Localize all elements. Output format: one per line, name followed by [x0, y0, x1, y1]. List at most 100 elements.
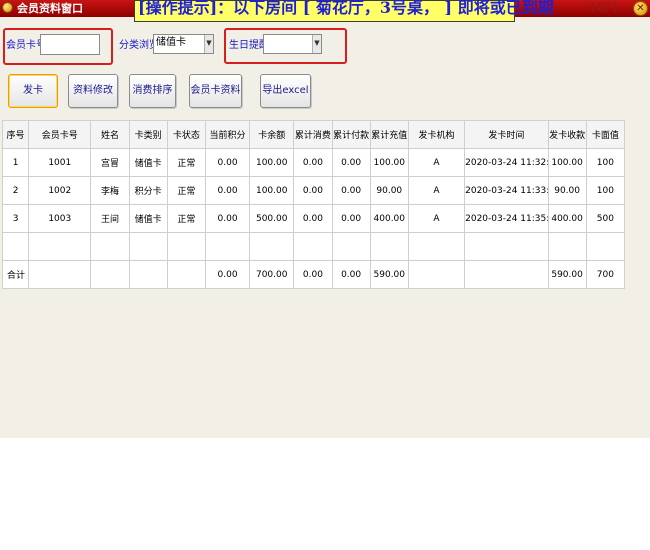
table-cell: 0.00 — [204, 176, 251, 205]
summary-cell — [464, 260, 549, 289]
column-header[interactable]: 卡余额 — [249, 120, 295, 149]
column-header[interactable]: 发卡收款 — [547, 120, 587, 149]
table-row[interactable]: 2 1002 李梅 积分卡 正常 0.00 100.00 0.00 0.00 9… — [1, 176, 626, 205]
column-header[interactable]: 累计付款 — [331, 120, 371, 149]
table-cell: 1003 — [28, 204, 92, 233]
table-cell: 正常 — [166, 176, 206, 205]
operation-hint-banner: [操作提示]：以下房间 [ 菊花厅，3号桌， ] 即将或已到期 — [134, 0, 554, 22]
summary-cell: 590.00 — [369, 260, 409, 289]
table-cell: 400.00 — [547, 204, 587, 233]
close-icon[interactable]: ✕ — [633, 1, 648, 16]
consume-sort-button[interactable]: 消费排序 — [129, 74, 176, 108]
table-row[interactable]: 3 1003 王间 储值卡 正常 0.00 500.00 0.00 0.00 4… — [1, 204, 626, 233]
table-cell: 100 — [585, 176, 626, 205]
summary-cell — [28, 260, 92, 289]
summary-cell — [166, 260, 206, 289]
export-excel-button[interactable]: 导出excel — [260, 74, 311, 108]
summary-cell — [407, 260, 466, 289]
table-cell: 100.00 — [249, 148, 295, 177]
table-cell: 2020-03-24 11:35:30 — [464, 204, 549, 233]
table-cell: 3 — [1, 204, 30, 233]
column-header[interactable]: 会员卡号 — [28, 120, 92, 149]
table-cell: 400.00 — [369, 204, 409, 233]
summary-cell: 700 — [585, 260, 626, 289]
issue-card-button[interactable]: 发卡 — [8, 74, 58, 108]
table-cell: 1002 — [28, 176, 92, 205]
category-select[interactable]: 储值卡 ▼ — [153, 34, 214, 54]
card-info-button[interactable]: 会员卡资料 — [189, 74, 242, 108]
table-cell — [464, 232, 549, 261]
table-cell: 正常 — [166, 148, 206, 177]
table-cell — [331, 232, 371, 261]
table-cell — [1, 232, 30, 261]
summary-cell: 0.00 — [331, 260, 371, 289]
table-cell: 宫冒 — [90, 148, 130, 177]
member-info-window: 会员资料窗口 10/1 ✕ [操作提示]：以下房间 [ 菊花厅，3号桌， ] 即… — [0, 0, 650, 438]
table-cell: 100.00 — [547, 148, 587, 177]
table-cell: 王间 — [90, 204, 130, 233]
table-cell: 正常 — [166, 204, 206, 233]
table-cell: 0.00 — [331, 148, 371, 177]
table-cell — [293, 232, 333, 261]
table-cell: A — [407, 176, 466, 205]
table-cell: A — [407, 148, 466, 177]
column-header[interactable]: 序号 — [1, 120, 30, 149]
column-header[interactable]: 发卡机构 — [407, 120, 466, 149]
category-select-value: 储值卡 — [156, 37, 186, 48]
table-cell: 100.00 — [249, 176, 295, 205]
table-row-empty[interactable] — [1, 232, 626, 261]
app-icon — [2, 2, 13, 13]
table-cell: 100 — [585, 148, 626, 177]
column-header[interactable]: 卡面值 — [585, 120, 626, 149]
card-no-input[interactable] — [40, 34, 100, 55]
column-header[interactable]: 当前积分 — [204, 120, 251, 149]
summary-cell — [128, 260, 168, 289]
table-cell: 500 — [585, 204, 626, 233]
table-cell — [547, 232, 587, 261]
table-cell: 0.00 — [293, 204, 333, 233]
corner-decoration: 10/1 — [588, 0, 620, 16]
table-row[interactable]: 1 1001 宫冒 储值卡 正常 0.00 100.00 0.00 0.00 1… — [1, 148, 626, 177]
column-header[interactable]: 卡状态 — [166, 120, 206, 149]
table-cell: 积分卡 — [128, 176, 168, 205]
summary-cell: 700.00 — [249, 260, 295, 289]
table-cell: 0.00 — [293, 148, 333, 177]
column-header[interactable]: 姓名 — [90, 120, 130, 149]
column-header[interactable]: 发卡时间 — [464, 120, 549, 149]
table-cell: A — [407, 204, 466, 233]
table-cell: 0.00 — [331, 176, 371, 205]
column-header[interactable]: 累计消费 — [293, 120, 333, 149]
table-cell: 0.00 — [331, 204, 371, 233]
table-cell: 储值卡 — [128, 148, 168, 177]
table-cell: 2020-03-24 11:33:32 — [464, 176, 549, 205]
table-cell — [90, 232, 130, 261]
chevron-down-icon[interactable]: ▼ — [204, 35, 213, 53]
table-cell: 0.00 — [204, 148, 251, 177]
table-cell — [369, 232, 409, 261]
table-cell: 1 — [1, 148, 30, 177]
table-cell — [585, 232, 626, 261]
table-cell: 1001 — [28, 148, 92, 177]
summary-cell: 合计 — [1, 260, 30, 289]
chevron-down-icon[interactable]: ▼ — [312, 35, 321, 53]
table-cell — [128, 232, 168, 261]
table-cell: 0.00 — [293, 176, 333, 205]
column-header[interactable]: 累计充值 — [369, 120, 409, 149]
window-title: 会员资料窗口 — [17, 2, 83, 15]
summary-cell — [90, 260, 130, 289]
table-summary-row: 合计 0.00 700.00 0.00 0.00 590.00 590.00 7… — [1, 260, 626, 289]
table-cell: 李梅 — [90, 176, 130, 205]
birthday-select[interactable]: ▼ — [263, 34, 322, 54]
table-cell: 90.00 — [369, 176, 409, 205]
table-header-row: 序号 会员卡号 姓名 卡类别 卡状态 当前积分 卡余额 累计消费 累计付款 累计… — [1, 120, 626, 149]
table-cell: 500.00 — [249, 204, 295, 233]
edit-info-button[interactable]: 资料修改 — [68, 74, 118, 108]
member-table[interactable]: 序号 会员卡号 姓名 卡类别 卡状态 当前积分 卡余额 累计消费 累计付款 累计… — [1, 120, 626, 289]
table-cell: 2020-03-24 11:32:59 — [464, 148, 549, 177]
table-cell — [204, 232, 251, 261]
table-cell — [249, 232, 295, 261]
table-cell — [166, 232, 206, 261]
table-cell: 2 — [1, 176, 30, 205]
table-cell — [407, 232, 466, 261]
column-header[interactable]: 卡类别 — [128, 120, 168, 149]
